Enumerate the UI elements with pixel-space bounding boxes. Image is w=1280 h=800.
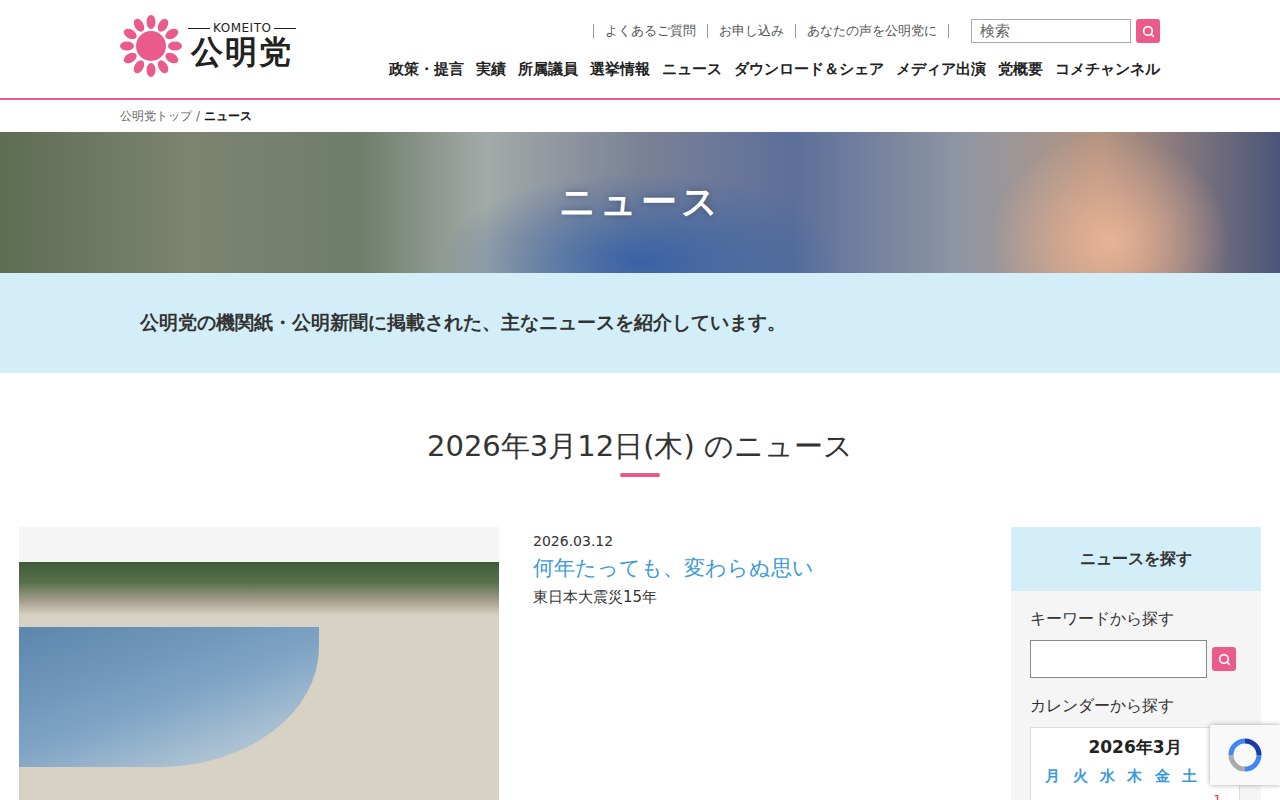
site-header: KOMEITO公明党 よくあるご質問お申し込みあなたの声を公明党に政策・提言実績所…: [0, 0, 1280, 100]
nav-item[interactable]: 選挙情報: [590, 60, 650, 79]
recaptcha-icon: [1227, 737, 1263, 773]
keyword-search-button[interactable]: [1212, 647, 1236, 671]
calendar-weekday: 木: [1121, 767, 1148, 786]
title-underline: [620, 473, 660, 477]
article-date: 2026.03.12: [533, 533, 991, 549]
calendar-weekday: 月: [1039, 767, 1066, 786]
recaptcha-badge[interactable]: [1210, 725, 1280, 785]
logo-tagline: KOMEITO: [188, 21, 296, 35]
nav-item[interactable]: メディア出演: [896, 60, 986, 79]
logo-name: 公明党: [191, 35, 293, 70]
nav-item[interactable]: 政策・提言: [389, 60, 464, 79]
nav-item[interactable]: コメチャンネル: [1055, 60, 1160, 79]
nav-item[interactable]: 党概要: [998, 60, 1043, 79]
calendar-weekday: 金: [1149, 767, 1176, 786]
page-title: 2026年3月12日(木) のニュース: [427, 428, 853, 464]
calendar: 2026年3月月火水木金土1: [1030, 727, 1240, 800]
breadcrumb-item[interactable]: 公明党トップ: [120, 108, 192, 125]
calendar-weekday: 土: [1176, 767, 1203, 786]
header-search: [971, 19, 1160, 43]
search-icon: [1142, 25, 1155, 38]
search-icon: [1218, 653, 1231, 666]
nav-item[interactable]: 実績: [476, 60, 506, 79]
keyword-label: キーワードから探す: [1030, 609, 1241, 630]
article: 2026.03.12 何年たっても、変わらぬ思い東日本大震災15年: [533, 527, 991, 607]
calendar-day[interactable]: 1: [1204, 792, 1231, 800]
logo[interactable]: KOMEITO公明党: [120, 0, 296, 78]
main-nav: 政策・提言実績所属議員選挙情報ニュースダウンロード＆シェアメディア出演党概要コメ…: [389, 60, 1160, 79]
utility-link[interactable]: よくあるご質問: [593, 24, 707, 38]
article-image[interactable]: [19, 527, 499, 800]
nav-item[interactable]: 所属議員: [518, 60, 578, 79]
utility-bar: よくあるご質問お申し込みあなたの声を公明党に: [593, 19, 1160, 43]
breadcrumb: 公明党トップ / ニュース: [120, 100, 1160, 132]
calendar-month: 2026年3月: [1039, 734, 1231, 767]
content: 2026.03.12 何年たっても、変わらぬ思い東日本大震災15年 ニュースを探すキ…: [19, 527, 1261, 800]
breadcrumb-separator: /: [196, 109, 200, 123]
breadcrumb-item: ニュース: [204, 108, 252, 125]
article-subtitle: 東日本大震災15年: [533, 588, 991, 607]
utility-link[interactable]: あなたの声を公明党に: [795, 24, 949, 38]
calendar-label: カレンダーから探す: [1030, 696, 1241, 717]
page-title-section: 2026年3月12日(木) のニュース: [0, 373, 1280, 527]
article-title[interactable]: 何年たっても、変わらぬ思い: [533, 555, 991, 582]
keyword-input[interactable]: [1030, 640, 1207, 678]
utility-link[interactable]: お申し込み: [707, 24, 795, 38]
sidebar-title: ニュースを探す: [1011, 527, 1261, 591]
sun-logo-icon: [120, 14, 182, 78]
hero-banner: ニュース: [0, 132, 1280, 273]
nav-item[interactable]: ダウンロード＆シェア: [734, 60, 884, 79]
calendar-weekday: 水: [1094, 767, 1121, 786]
search-input[interactable]: [971, 19, 1131, 43]
nav-item[interactable]: ニュース: [662, 60, 722, 79]
search-button[interactable]: [1136, 19, 1160, 43]
calendar-weekday: 火: [1066, 767, 1093, 786]
hero-title: ニュース: [559, 178, 722, 227]
intro-strip: 公明党の機関紙・公明新聞に掲載された、主なニュースを紹介しています。: [0, 273, 1280, 373]
